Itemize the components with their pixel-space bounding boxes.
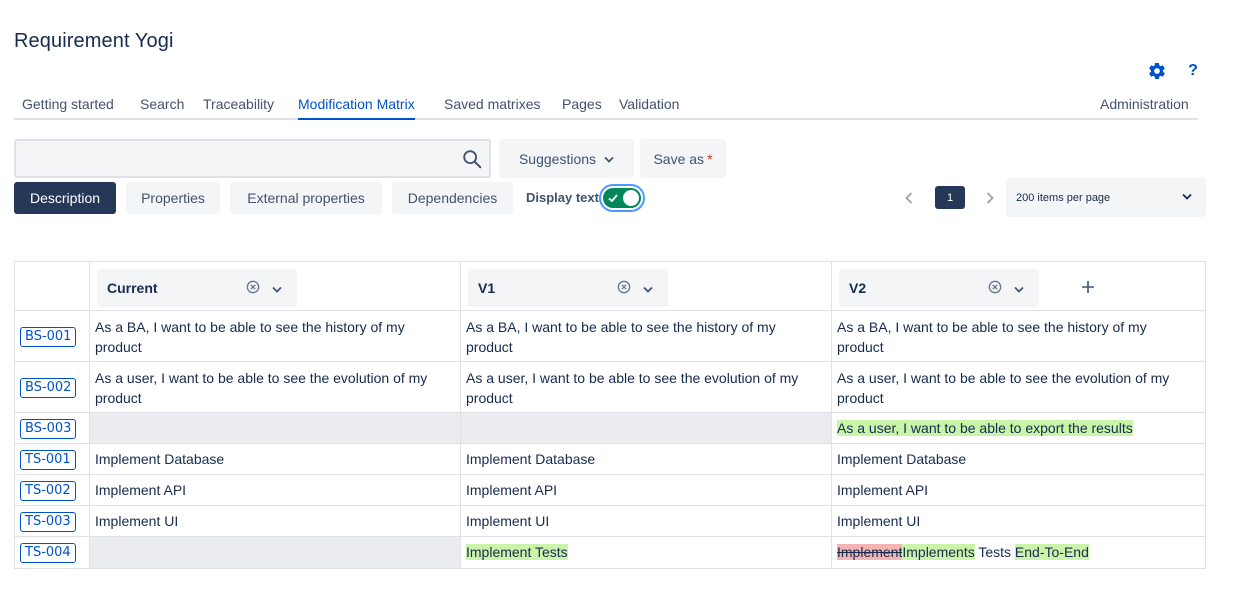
tab-validation[interactable]: Validation xyxy=(619,96,679,118)
check-icon xyxy=(607,191,619,209)
main-tabs: Getting started Search Traceability Modi… xyxy=(14,90,1198,120)
chevron-down-icon xyxy=(1182,192,1192,204)
modification-matrix-grid: Current V1 V2 BS-001 As a BA, I want to … xyxy=(14,261,1206,569)
chevron-right-icon[interactable] xyxy=(980,188,1000,208)
requirement-key-link[interactable]: BS-002 xyxy=(20,378,77,398)
requirement-key-link[interactable]: TS-001 xyxy=(20,450,76,470)
help-icon[interactable]: ? xyxy=(1182,60,1204,82)
column-label: Current xyxy=(107,280,158,296)
chevron-down-icon[interactable] xyxy=(272,281,286,295)
tab-pages[interactable]: Pages xyxy=(562,96,602,118)
grid-header: Current V1 V2 xyxy=(15,262,1205,311)
save-as-label: Save as xyxy=(653,150,705,167)
requirement-key-link[interactable]: TS-004 xyxy=(20,543,76,563)
cell-v2: Implement API xyxy=(837,482,929,498)
clear-icon[interactable] xyxy=(617,280,633,296)
column-label: V2 xyxy=(849,280,867,296)
pager-current-page[interactable]: 1 xyxy=(935,186,965,209)
cell-v2: Implement UI xyxy=(837,513,921,529)
tab-traceability[interactable]: Traceability xyxy=(203,96,274,118)
chevron-left-icon[interactable] xyxy=(899,188,919,208)
tab-search[interactable]: Search xyxy=(140,96,184,118)
cell-current: As a BA, I want to be able to see the hi… xyxy=(95,319,405,355)
added-text: Implements xyxy=(902,544,975,560)
cell-current-empty xyxy=(90,413,460,443)
requirement-key-link[interactable]: TS-002 xyxy=(20,481,76,501)
cell-v2: Implement Database xyxy=(837,451,967,467)
table-row: BS-002 As a user, I want to be able to s… xyxy=(15,362,1205,413)
suggestions-button[interactable]: Suggestions xyxy=(499,139,634,178)
deleted-text: Implement xyxy=(837,544,903,560)
save-as-button[interactable]: Save as * xyxy=(640,139,726,178)
table-row: BS-001 As a BA, I want to be able to see… xyxy=(15,311,1205,362)
items-per-page-select[interactable]: 200 items per page xyxy=(1006,178,1206,217)
column-label: V1 xyxy=(478,280,496,296)
cell-v1: Implement UI xyxy=(466,513,550,529)
table-row: TS-004 Implement Tests ImplementImplemen… xyxy=(15,537,1205,568)
search-box xyxy=(14,139,491,178)
items-per-page-label: 200 items per page xyxy=(1016,191,1111,204)
added-text: As a user, I want to be able to export t… xyxy=(837,420,1133,436)
clear-icon[interactable] xyxy=(246,280,262,296)
cell-v2-diff: ImplementImplements Tests End-To-End xyxy=(837,542,1089,562)
table-row: TS-001 Implement Database Implement Data… xyxy=(15,444,1205,475)
view-description-button[interactable]: Description xyxy=(14,182,116,214)
added-text: End-To-End xyxy=(1014,544,1089,560)
tab-modification-matrix[interactable]: Modification Matrix xyxy=(298,96,415,120)
required-marker: * xyxy=(707,150,713,167)
cell-v1: As a BA, I want to be able to see the hi… xyxy=(466,319,776,355)
cell-v2: As a BA, I want to be able to see the hi… xyxy=(837,319,1147,355)
cell-current: Implement UI xyxy=(95,513,179,529)
display-text-toggle[interactable] xyxy=(599,184,645,212)
clear-icon[interactable] xyxy=(988,280,1004,296)
requirement-key-link[interactable]: BS-003 xyxy=(20,419,77,439)
add-column-icon[interactable] xyxy=(1077,276,1099,298)
cell-v1-empty xyxy=(461,413,831,443)
cell-current: Implement Database xyxy=(95,451,225,467)
cell-current-empty xyxy=(90,537,460,568)
table-row: TS-002 Implement API Implement API Imple… xyxy=(15,475,1205,506)
search-input[interactable] xyxy=(16,141,456,176)
cell-v2: As a user, I want to be able to see the … xyxy=(837,370,1170,406)
tab-administration[interactable]: Administration xyxy=(1100,96,1189,118)
column-header-v1[interactable]: V1 xyxy=(468,269,668,307)
view-external-properties-button[interactable]: External properties xyxy=(230,182,382,214)
cell-current: As a user, I want to be able to see the … xyxy=(95,370,428,406)
chevron-down-icon[interactable] xyxy=(643,281,657,295)
display-text-label: Display text xyxy=(526,190,599,205)
app-title: Requirement Yogi xyxy=(14,30,174,52)
chevron-down-icon[interactable] xyxy=(1014,281,1028,295)
chevron-down-icon xyxy=(604,151,614,167)
cell-current: Implement API xyxy=(95,482,187,498)
cell-v1: Implement Database xyxy=(466,451,596,467)
table-row: BS-003 As a user, I want to be able to e… xyxy=(15,413,1205,444)
column-header-current[interactable]: Current xyxy=(97,269,297,307)
column-header-v2[interactable]: V2 xyxy=(839,269,1039,307)
cell-v1: Implement API xyxy=(466,482,558,498)
suggestions-label: Suggestions xyxy=(518,150,597,167)
gear-icon[interactable] xyxy=(1146,60,1168,82)
top-icons: ? xyxy=(1146,60,1204,82)
requirement-key-link[interactable]: BS-001 xyxy=(20,327,77,347)
view-dependencies-button[interactable]: Dependencies xyxy=(392,182,513,214)
view-properties-button[interactable]: Properties xyxy=(126,182,220,214)
cell-v1: Implement Tests xyxy=(466,542,568,562)
added-text: Implement Tests xyxy=(466,544,568,560)
table-row: TS-003 Implement UI Implement UI Impleme… xyxy=(15,506,1205,537)
requirement-key-link[interactable]: TS-003 xyxy=(20,512,76,532)
unchanged-text: Tests xyxy=(974,544,1015,560)
cell-v1: As a user, I want to be able to see the … xyxy=(466,370,799,406)
tab-saved-matrixes[interactable]: Saved matrixes xyxy=(444,96,540,118)
cell-v2: As a user, I want to be able to export t… xyxy=(837,418,1133,438)
search-icon[interactable] xyxy=(461,148,483,170)
tab-getting-started[interactable]: Getting started xyxy=(22,96,114,118)
